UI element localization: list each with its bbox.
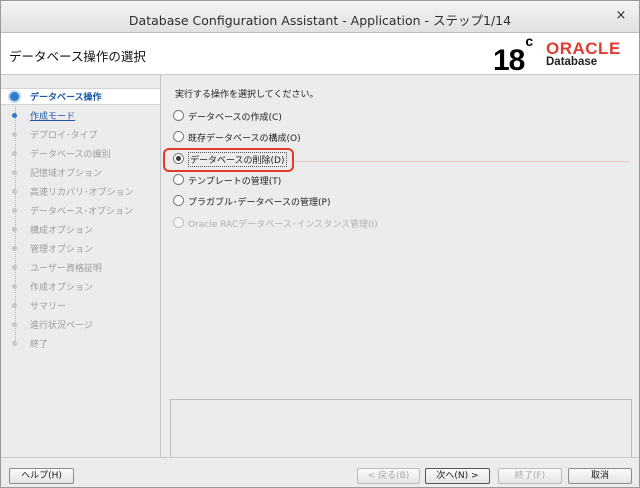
nav-item-progress-page: 進行状況ページ	[1, 316, 160, 333]
step-dot-icon	[12, 151, 17, 156]
next-button[interactable]: 次へ(N) >	[425, 468, 490, 484]
nav-item-storage-options: 記憶域オプション	[1, 164, 160, 181]
dbca-window: Database Configuration Assistant - Appli…	[0, 0, 640, 488]
step-navigation: データベース操作 作成モード デプロイ･タイプ データベースの識別 記憶域オプシ…	[1, 75, 161, 457]
nav-item-label: データベースの識別	[30, 150, 111, 160]
finish-button[interactable]: 終了(F)	[498, 468, 562, 484]
nav-item-label: 終了	[30, 340, 49, 350]
option-label: Oracle RACデータベース･インスタンス管理(I)	[188, 220, 378, 230]
back-button[interactable]: < 戻る(B)	[357, 468, 420, 484]
option-label: プラガブル･データベースの管理(P)	[188, 198, 331, 208]
nav-item-management-options: 管理オプション	[1, 240, 160, 257]
radio-button[interactable]	[173, 174, 184, 185]
nav-item-creation-mode[interactable]: 作成モード	[1, 107, 160, 124]
step-dot-icon	[12, 341, 17, 346]
nav-item-label: 記憶域オプション	[30, 169, 103, 179]
nav-item-deploy-type: デプロイ･タイプ	[1, 126, 160, 143]
option-label: 既存データベースの構成(O)	[188, 134, 301, 144]
nav-item-creation-options: 作成オプション	[1, 278, 160, 295]
nav-item-finish: 終了	[1, 335, 160, 352]
nav-item-label: ユーザー資格証明	[30, 264, 102, 274]
nav-item-label: 構成オプション	[30, 226, 94, 236]
option-label: データベースの作成(C)	[188, 113, 282, 123]
step-dot-icon	[10, 92, 19, 101]
step-dot-icon	[12, 208, 17, 213]
step-dot-icon	[12, 284, 17, 289]
logo-product: Database	[546, 56, 598, 68]
message-area	[170, 399, 632, 459]
oracle-version-logo: 18c	[493, 33, 533, 77]
nav-item-user-credentials: ユーザー資格証明	[1, 259, 160, 276]
radio-button[interactable]	[173, 110, 184, 121]
nav-item-label: 作成モード	[30, 112, 76, 122]
nav-item-label: サマリー	[30, 302, 67, 312]
nav-item-database-operation[interactable]: データベース操作	[1, 88, 160, 105]
nav-item-label: 高速リカバリ･オプション	[30, 188, 134, 198]
option-label: テンプレートの管理(T)	[188, 177, 282, 187]
main-content: 実行する操作を選択してください。 データベースの作成(C) 既存データベースの構…	[162, 75, 639, 459]
nav-item-label: 進行状況ページ	[30, 321, 93, 331]
cancel-button[interactable]: 取消	[568, 468, 632, 484]
page-title: データベース操作の選択	[9, 49, 146, 64]
radio-button[interactable]	[173, 195, 184, 206]
annotation-highlight	[163, 148, 294, 172]
window-title: Database Configuration Assistant - Appli…	[128, 13, 512, 28]
nav-item-config-options: 構成オプション	[1, 221, 160, 238]
nav-item-label: 作成オプション	[30, 283, 94, 293]
nav-item-fast-recovery: 高速リカバリ･オプション	[1, 183, 160, 200]
step-dot-icon	[12, 189, 17, 194]
close-icon[interactable]: ×	[613, 8, 629, 24]
step-dot-icon	[12, 303, 17, 308]
logo-version: 18	[493, 44, 525, 77]
step-dot-icon	[12, 132, 17, 137]
step-dot-icon	[12, 170, 17, 175]
nav-item-db-identification: データベースの識別	[1, 145, 160, 162]
instruction-text: 実行する操作を選択してください。	[175, 90, 319, 100]
radio-button[interactable]	[173, 131, 184, 142]
button-bar: ヘルプ(H) < 戻る(B) 次へ(N) > 終了(F) 取消	[1, 457, 639, 487]
nav-item-database-options: データベース･オプション	[1, 202, 160, 219]
step-dot-icon	[12, 246, 17, 251]
nav-item-label: 管理オプション	[30, 245, 94, 255]
help-button[interactable]: ヘルプ(H)	[9, 468, 74, 484]
nav-item-label: デプロイ･タイプ	[30, 131, 98, 141]
nav-item-label: データベース･オプション	[30, 207, 134, 217]
title-bar: Database Configuration Assistant - Appli…	[1, 1, 639, 33]
nav-item-label: データベース操作	[30, 93, 102, 103]
step-dot-icon	[12, 227, 17, 232]
logo-version-sup: c	[525, 33, 533, 49]
annotation-line	[294, 161, 629, 162]
step-dot-icon	[12, 322, 17, 327]
step-dot-icon	[12, 265, 17, 270]
nav-item-summary: サマリー	[1, 297, 160, 314]
step-dot-icon	[12, 113, 17, 118]
page-header: データベース操作の選択 18c ORACLE Database	[1, 33, 639, 77]
radio-button	[173, 217, 184, 228]
